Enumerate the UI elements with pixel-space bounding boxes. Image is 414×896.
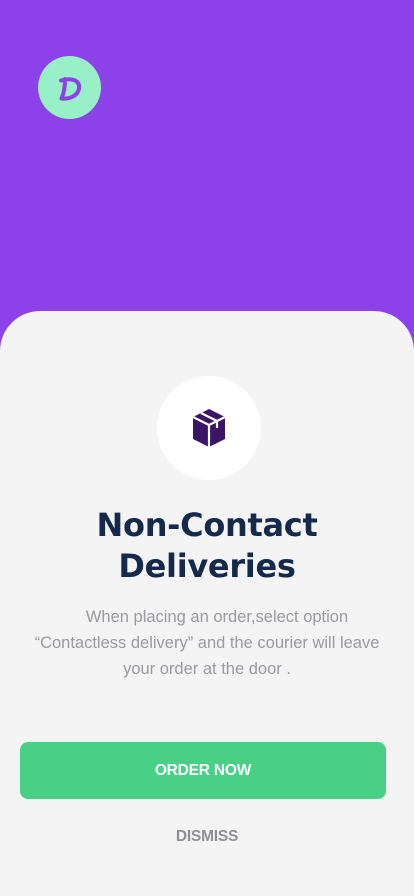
- order-now-button[interactable]: ORDER NOW: [20, 742, 386, 799]
- title-line-2: Deliveries: [118, 547, 296, 585]
- package-box-icon: [192, 409, 226, 447]
- page-title: Non-Contact Deliveries: [0, 505, 414, 587]
- dismiss-button[interactable]: DISMISS: [0, 828, 414, 846]
- description: When placing an order,select option “Con…: [20, 604, 394, 682]
- description-line-3: your order at the door .: [123, 660, 291, 678]
- d-logo-icon: [58, 76, 81, 101]
- description-line-2: “Contactless delivery” and the courier w…: [34, 634, 380, 652]
- onboarding-card: Non-Contact Deliveries When placing an o…: [0, 311, 414, 896]
- app-logo: [38, 56, 101, 119]
- title-line-1: Non-Contact: [96, 506, 318, 544]
- description-line-1: When placing an order,select option: [85, 608, 349, 626]
- illustration-circle: [157, 376, 261, 480]
